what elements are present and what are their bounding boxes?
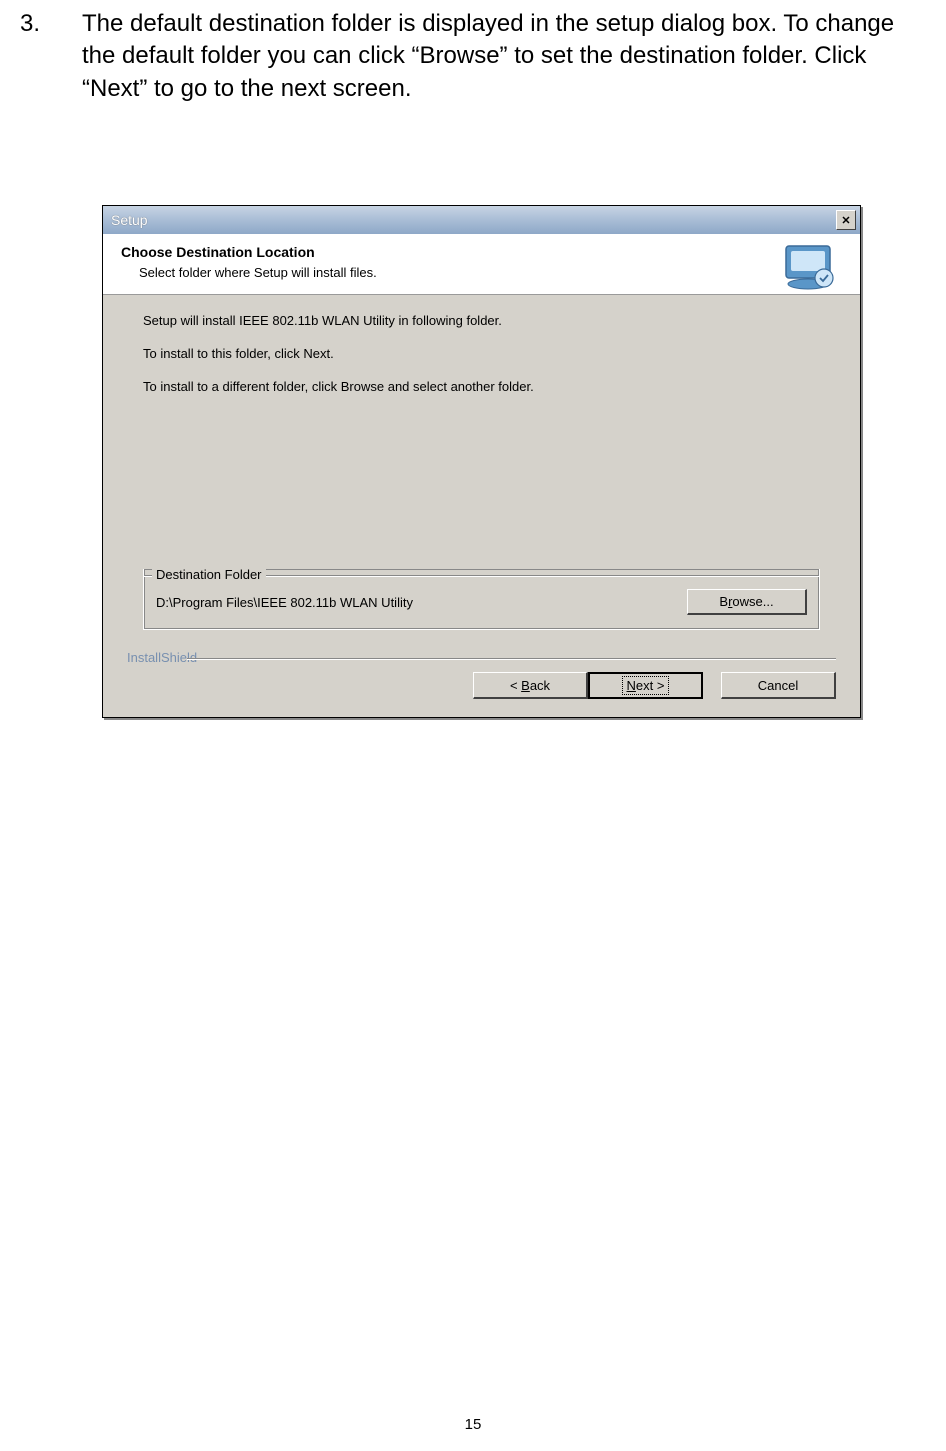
cancel-button[interactable]: Cancel [721,672,836,699]
next-label: Next > [622,676,670,695]
fieldset-legend: Destination Folder [152,567,266,582]
back-button[interactable]: < Back [473,672,588,699]
dialog-header: Choose Destination Location Select folde… [103,234,860,295]
next-button[interactable]: Next > [588,672,703,699]
destination-folder-group: Destination Folder D:\Program Files\IEEE… [143,569,820,630]
browse-button[interactable]: Browse... [687,589,807,615]
computer-icon [780,240,840,292]
destination-path: D:\Program Files\IEEE 802.11b WLAN Utili… [156,595,413,610]
titlebar[interactable]: Setup ✕ [103,206,860,234]
dialog-body: Setup will install IEEE 802.11b WLAN Uti… [103,295,860,650]
header-title: Choose Destination Location [121,244,860,260]
browse-label: Browse... [719,594,773,609]
instruction-step: 3. The default destination folder is dis… [20,8,926,105]
dialog-footer: InstallShield < Back Next > Cancel [103,650,860,717]
close-button[interactable]: ✕ [836,210,856,230]
back-label: < Back [510,678,550,693]
body-line-2: To install to this folder, click Next. [143,346,820,361]
close-icon: ✕ [841,214,850,227]
page-number: 15 [465,1416,482,1433]
header-subtitle: Select folder where Setup will install f… [139,265,860,280]
window-title: Setup [111,212,148,228]
step-number: 3. [20,8,54,105]
step-text: The default destination folder is displa… [82,8,926,105]
setup-dialog: Setup ✕ Choose Destination Location Sele… [102,205,861,718]
body-line-1: Setup will install IEEE 802.11b WLAN Uti… [143,313,820,328]
divider-line [187,658,836,660]
body-line-3: To install to a different folder, click … [143,379,820,394]
